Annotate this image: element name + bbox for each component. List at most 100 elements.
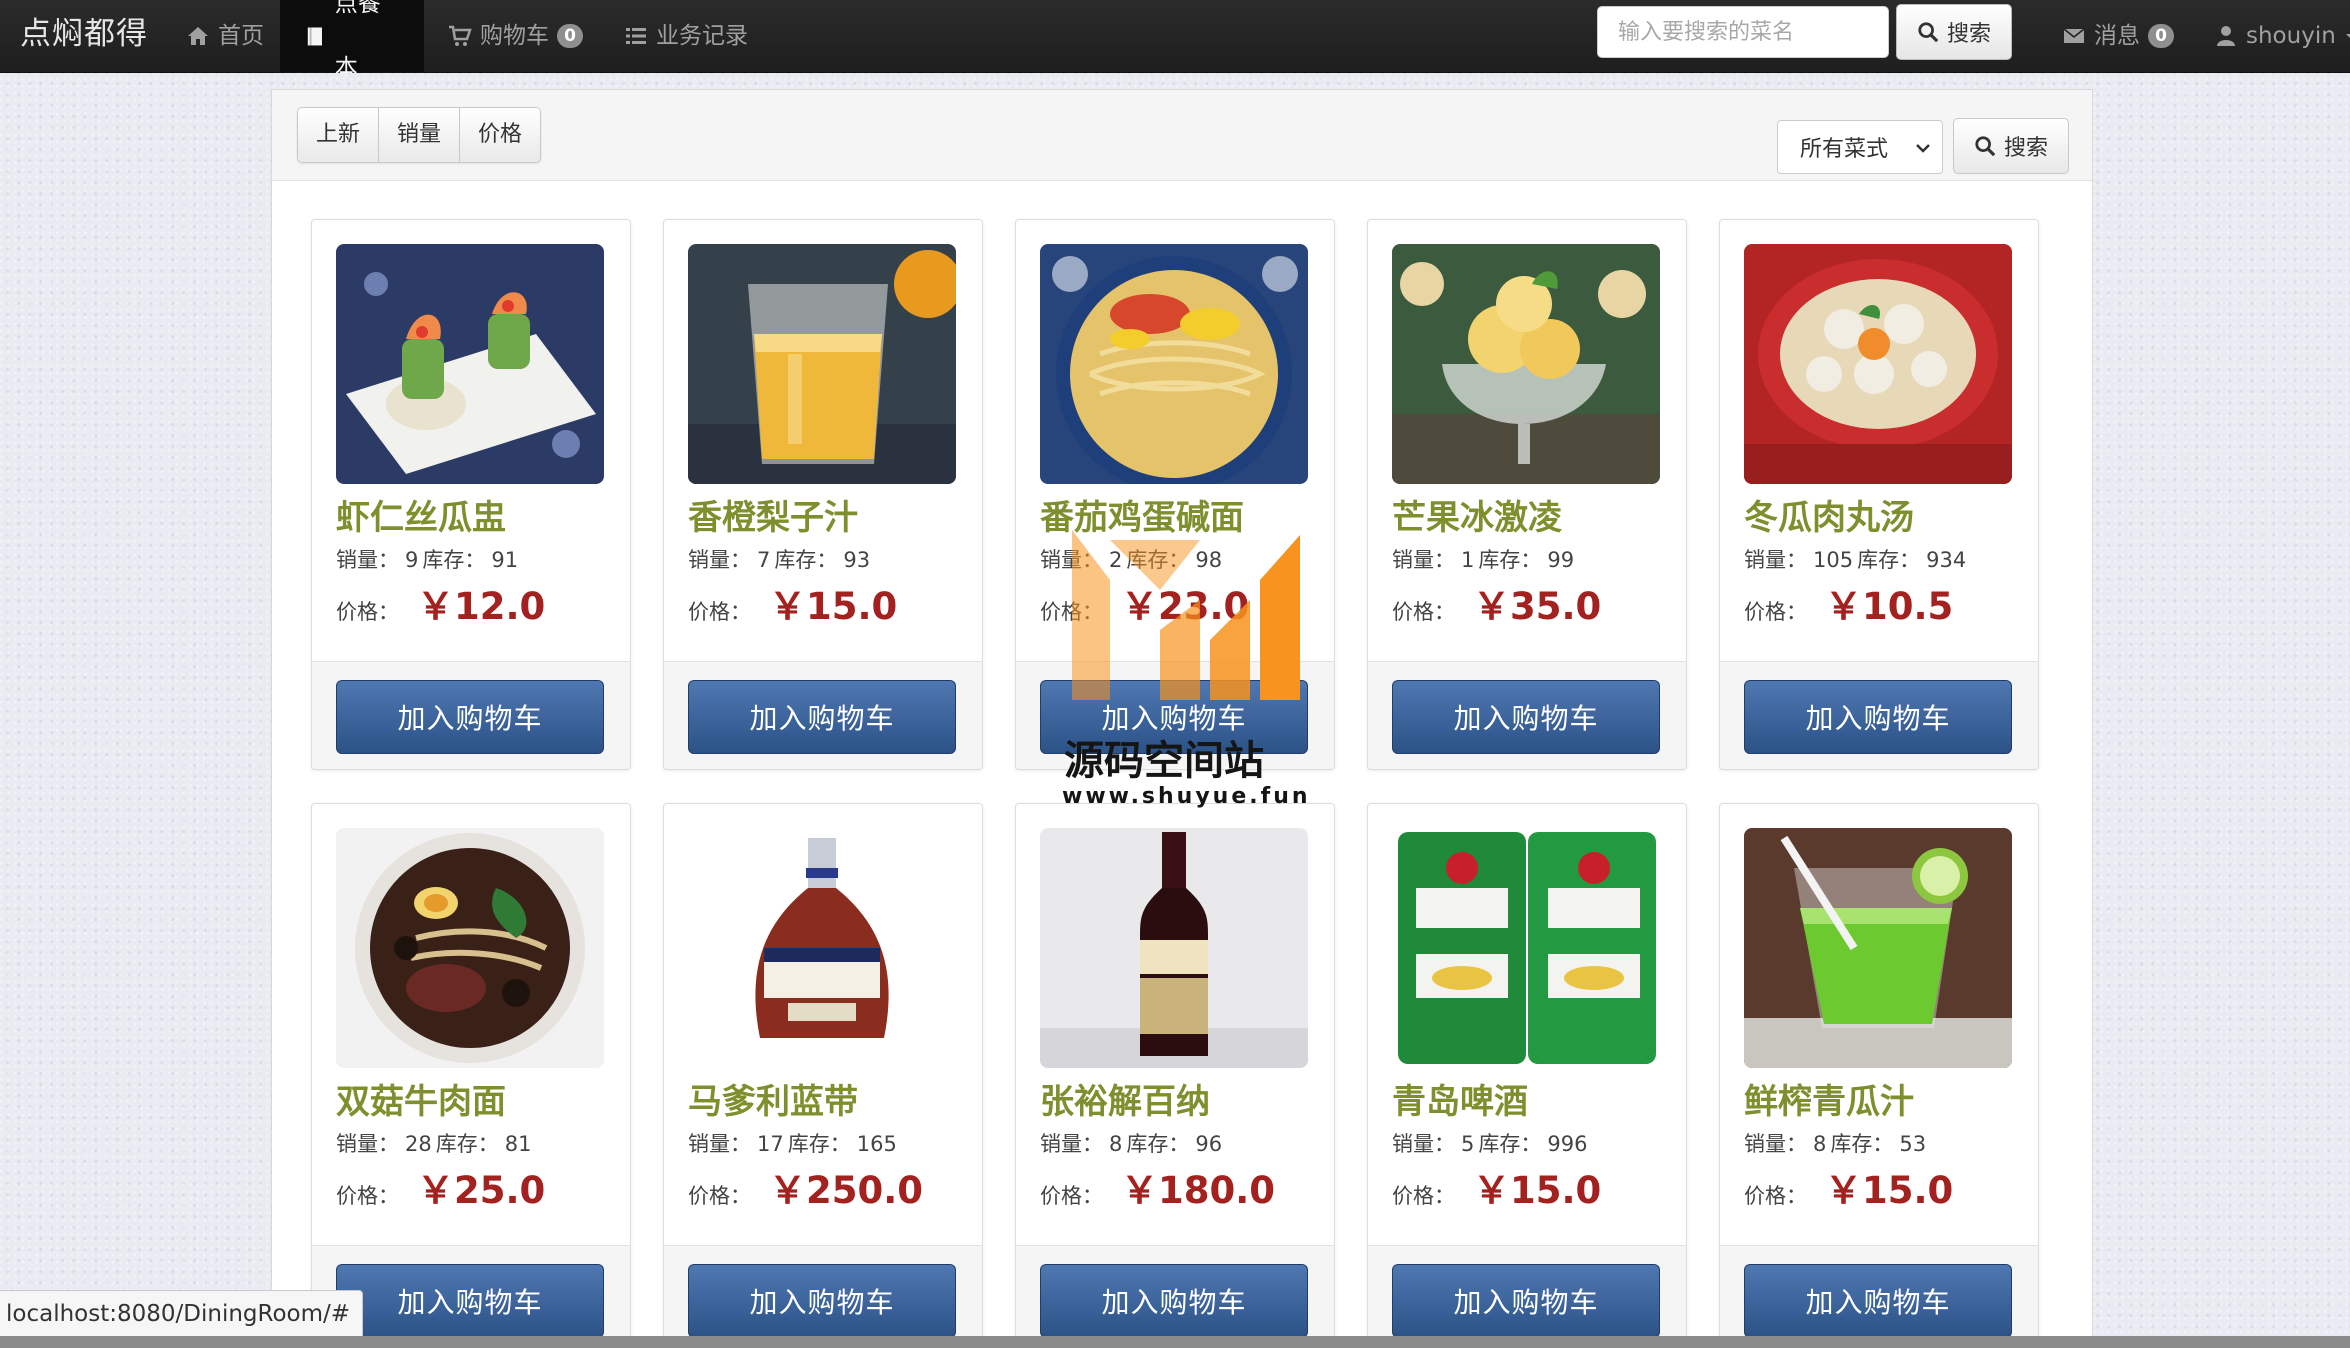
sort-button-group: 上新 销量 价格 bbox=[297, 107, 542, 163]
nav-search-button[interactable]: 搜索 bbox=[1896, 4, 2012, 60]
brand-logo[interactable]: 点焖都得 bbox=[20, 0, 148, 72]
stock-label: 库存： bbox=[1830, 1132, 1894, 1156]
meatball-soup-photo[interactable] bbox=[1744, 244, 2012, 484]
sales-count: 5 bbox=[1461, 1132, 1475, 1156]
nav-records[interactable]: 业务记录 bbox=[600, 0, 772, 72]
dish-search-input[interactable] bbox=[1597, 6, 1889, 58]
dish-card: 双菇牛肉面 销量： 28 库存： 81 价格： ￥25.0 加入购物车 bbox=[311, 803, 631, 1348]
search-icon bbox=[1975, 136, 1996, 157]
sales-count: 28 bbox=[405, 1132, 432, 1156]
dish-price-row: 价格： ￥12.0 bbox=[336, 576, 545, 630]
dish-card: 芒果冰激凌 销量： 1 库存： 99 价格： ￥35.0 加入购物车 bbox=[1367, 219, 1687, 770]
dish-price-row: 价格： ￥15.0 bbox=[1392, 1160, 1601, 1214]
add-to-cart-button[interactable]: 加入购物车 bbox=[1744, 1264, 2012, 1338]
nav-home[interactable]: 首页 bbox=[162, 0, 288, 72]
dish-name: 香橙梨子汁 bbox=[688, 498, 858, 538]
add-to-cart-button[interactable]: 加入购物车 bbox=[1744, 680, 2012, 754]
stock-label: 库存： bbox=[787, 1132, 851, 1156]
nav-menu-book[interactable]: 点餐本 bbox=[280, 0, 424, 81]
sales-count: 105 bbox=[1813, 548, 1854, 572]
shrimp-loofah-photo[interactable] bbox=[336, 244, 604, 484]
cucumber-juice-photo[interactable] bbox=[1744, 828, 2012, 1068]
stock-label: 库存： bbox=[422, 548, 486, 572]
price-label: 价格： bbox=[1392, 600, 1455, 624]
search-icon bbox=[1918, 22, 1939, 43]
window-bottom-edge bbox=[0, 1336, 2350, 1348]
browser-status-bar: localhost:8080/DiningRoom/# bbox=[0, 1290, 364, 1338]
add-to-cart-button[interactable]: 加入购物车 bbox=[688, 680, 956, 754]
nav-home-label: 首页 bbox=[218, 23, 264, 49]
category-select[interactable]: 所有菜式 bbox=[1777, 120, 1943, 174]
nav-cart[interactable]: 购物车 0 bbox=[424, 0, 607, 72]
sales-label: 销量： bbox=[336, 548, 399, 572]
tsingtao-beer-photo[interactable] bbox=[1392, 828, 1660, 1068]
category-search-button[interactable]: 搜索 bbox=[1953, 118, 2069, 174]
tomato-egg-noodle-photo[interactable] bbox=[1040, 244, 1308, 484]
stock-count: 996 bbox=[1547, 1132, 1588, 1156]
beef-noodle-photo[interactable] bbox=[336, 828, 604, 1068]
dish-name: 冬瓜肉丸汤 bbox=[1744, 498, 1914, 538]
dish-stats: 销量： 9 库存： 91 bbox=[336, 544, 522, 574]
mango-icecream-photo[interactable] bbox=[1392, 244, 1660, 484]
cart-count-badge: 0 bbox=[557, 24, 583, 48]
add-to-cart-button[interactable]: 加入购物车 bbox=[1392, 1264, 1660, 1338]
book-icon bbox=[307, 27, 322, 46]
dish-price: ￥35.0 bbox=[1473, 585, 1602, 628]
add-to-cart-button[interactable]: 加入购物车 bbox=[1040, 1264, 1308, 1338]
user-menu[interactable]: shouyin bbox=[2190, 0, 2350, 72]
dish-name: 芒果冰激凌 bbox=[1392, 498, 1562, 538]
dish-price-row: 价格： ￥250.0 bbox=[688, 1160, 923, 1214]
dish-price: ￥12.0 bbox=[417, 585, 546, 628]
category-select-value: 所有菜式 bbox=[1800, 137, 1889, 162]
stock-count: 96 bbox=[1195, 1132, 1223, 1156]
stock-count: 165 bbox=[856, 1132, 897, 1156]
stock-count: 93 bbox=[843, 548, 871, 572]
dish-price: ￥23.0 bbox=[1121, 585, 1250, 628]
dish-image bbox=[1392, 244, 1660, 484]
card-footer: 加入购物车 bbox=[1368, 1245, 1686, 1348]
price-label: 价格： bbox=[1744, 1184, 1807, 1208]
dish-image bbox=[688, 244, 956, 484]
category-search-button-label: 搜索 bbox=[2003, 136, 2048, 161]
nav-messages-label: 消息 bbox=[2094, 23, 2140, 49]
dish-price: ￥15.0 bbox=[1825, 1169, 1954, 1212]
dish-name: 张裕解百纳 bbox=[1040, 1082, 1210, 1122]
martell-bottle-photo[interactable] bbox=[688, 828, 956, 1068]
sales-label: 销量： bbox=[336, 1132, 399, 1156]
stock-label: 库存： bbox=[1126, 1132, 1190, 1156]
changyu-wine-photo[interactable] bbox=[1040, 828, 1308, 1068]
sales-label: 销量： bbox=[1040, 548, 1103, 572]
dish-card: 鲜榨青瓜汁 销量： 8 库存： 53 价格： ￥15.0 加入购物车 bbox=[1719, 803, 2039, 1348]
stock-label: 库存： bbox=[1857, 548, 1921, 572]
dish-price: ￥15.0 bbox=[1473, 1169, 1602, 1212]
add-to-cart-button[interactable]: 加入购物车 bbox=[336, 680, 604, 754]
price-label: 价格： bbox=[336, 1184, 399, 1208]
sort-newest-button[interactable]: 上新 bbox=[298, 108, 380, 162]
messages-count-badge: 0 bbox=[2148, 24, 2174, 48]
price-label: 价格： bbox=[688, 600, 751, 624]
nav-search-button-label: 搜索 bbox=[1946, 22, 1991, 47]
card-footer: 加入购物车 bbox=[1368, 661, 1686, 769]
stock-count: 934 bbox=[1926, 548, 1967, 572]
dish-price-row: 价格： ￥15.0 bbox=[688, 576, 897, 630]
dish-price-row: 价格： ￥25.0 bbox=[336, 1160, 545, 1214]
home-icon bbox=[188, 27, 208, 45]
dish-price-row: 价格： ￥23.0 bbox=[1040, 576, 1249, 630]
sort-sales-button[interactable]: 销量 bbox=[379, 108, 461, 162]
dish-price: ￥250.0 bbox=[769, 1169, 924, 1212]
nav-messages[interactable]: 消息 0 bbox=[2038, 0, 2198, 72]
dish-price-row: 价格： ￥10.5 bbox=[1744, 576, 1953, 630]
add-to-cart-button[interactable]: 加入购物车 bbox=[1392, 680, 1660, 754]
sort-price-button[interactable]: 价格 bbox=[460, 108, 541, 162]
dish-stats: 销量： 28 库存： 81 bbox=[336, 1128, 535, 1158]
card-footer: 加入购物车 bbox=[664, 661, 982, 769]
add-to-cart-button[interactable]: 加入购物车 bbox=[688, 1264, 956, 1338]
dish-card: 香橙梨子汁 销量： 7 库存： 93 价格： ￥15.0 加入购物车 bbox=[663, 219, 983, 770]
add-to-cart-button[interactable]: 加入购物车 bbox=[336, 1264, 604, 1338]
dish-price: ￥180.0 bbox=[1121, 1169, 1276, 1212]
orange-juice-photo[interactable] bbox=[688, 244, 956, 484]
sales-count: 1 bbox=[1461, 548, 1475, 572]
dish-image bbox=[1744, 244, 2012, 484]
chevron-down-icon bbox=[1916, 144, 1930, 153]
nav-menu-book-label: 点餐本 bbox=[334, 0, 381, 81]
